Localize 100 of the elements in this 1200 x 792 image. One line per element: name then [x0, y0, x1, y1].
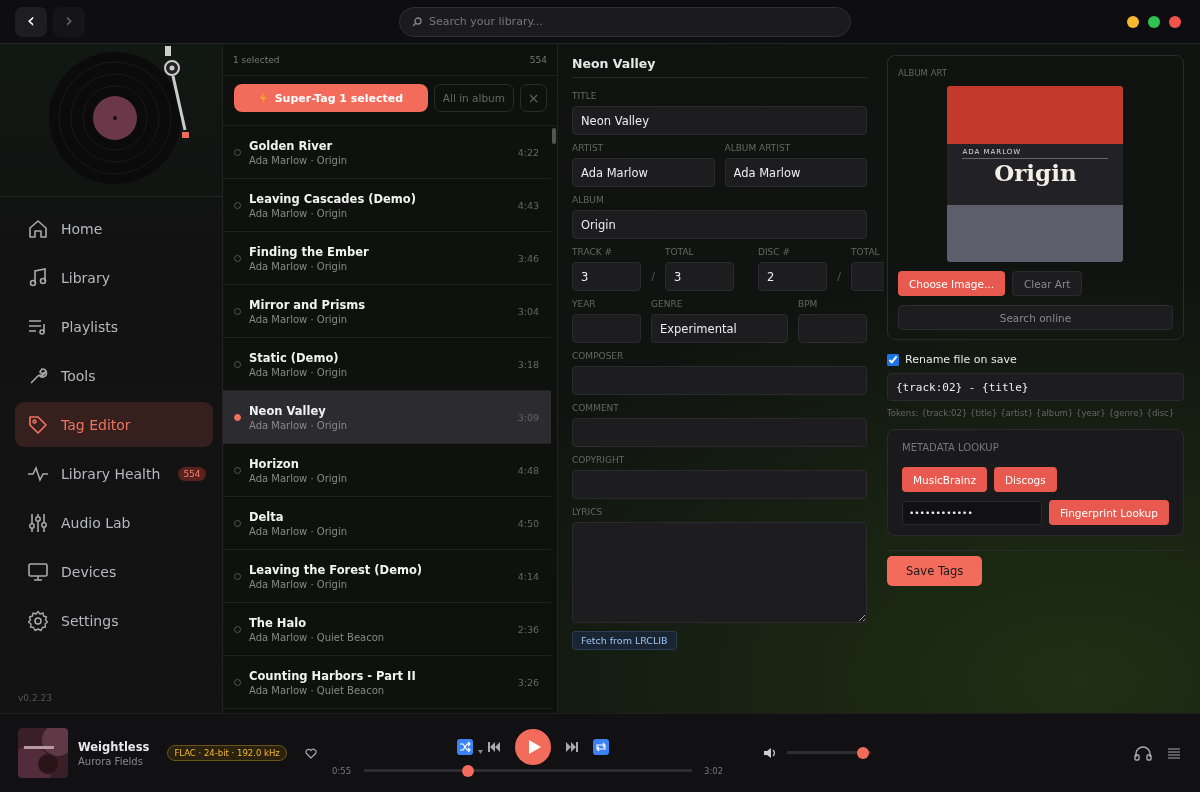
track-row[interactable]: Golden River Ada Marlow · Origin 4:22 [223, 126, 551, 179]
shuffle-icon[interactable] [457, 739, 473, 755]
scrollbar-thumb[interactable] [552, 128, 556, 144]
heart-icon[interactable] [304, 747, 317, 759]
menu-icon[interactable] [1168, 747, 1180, 759]
next-icon[interactable] [565, 741, 579, 753]
sidebar-item[interactable]: Audio Lab [15, 500, 213, 545]
search-field[interactable]: Search your library... [399, 6, 851, 37]
cover-title: Origin [993, 159, 1078, 186]
sidebar-item[interactable]: Settings [15, 598, 213, 643]
input-field[interactable]: 2 [758, 262, 827, 291]
input-field[interactable]: 3 [572, 262, 641, 291]
input-field[interactable]: Ada Marlow [572, 158, 715, 187]
track-subtitle: Ada Marlow · Origin [249, 578, 349, 590]
sidebar-item[interactable]: Library [15, 255, 213, 300]
track-subtitle: Ada Marlow · Origin [249, 419, 349, 431]
window-control-button[interactable] [1148, 15, 1160, 28]
lookup-button[interactable]: Discogs [993, 467, 1057, 492]
track-title: Leaving Cascades (Demo) [249, 191, 417, 206]
track-row[interactable]: The Halo Ada Marlow · Quiet Beacon 2:36 [223, 603, 551, 656]
slash-separator: / [650, 270, 656, 285]
fetch-lyrics-button[interactable]: Fetch from LRCLIB [572, 631, 677, 650]
sidebar-item[interactable]: Playlists [15, 304, 213, 349]
input-field[interactable]: Origin [572, 210, 867, 239]
repeat-icon[interactable] [593, 739, 609, 755]
field-label: COMMENT [572, 403, 620, 413]
track-title: The Halo [249, 615, 308, 630]
track-row[interactable]: Mirror and Prisms Ada Marlow · Origin 3:04 [223, 285, 551, 338]
track-row[interactable]: Delta Ada Marlow · Origin 4:50 [223, 497, 551, 550]
slider-thumb[interactable] [461, 765, 474, 777]
sidebar-item[interactable]: Library Health 554 [15, 451, 213, 496]
track-title: Delta [249, 509, 285, 524]
duration-time: 3:02 [704, 766, 724, 776]
track-duration: 3:46 [517, 252, 539, 264]
input-field[interactable] [572, 314, 641, 343]
api-key-field[interactable]: •••••••••••• [902, 500, 1042, 525]
input-field[interactable]: Experimental [651, 314, 788, 343]
track-duration: 2:36 [517, 623, 539, 635]
input-field[interactable]: Ada Marlow [724, 158, 867, 187]
input-field[interactable]: Neon Valley [572, 106, 867, 135]
speaker-icon[interactable] [763, 747, 777, 759]
save-tags-button[interactable]: Save Tags [887, 556, 983, 586]
track-title: Golden River [249, 138, 334, 153]
track-row[interactable]: Horizon Ada Marlow · Origin 4:48 [223, 444, 551, 497]
track-count: 554 [529, 54, 547, 65]
field-label: ALBUM [572, 195, 605, 205]
window-control-button[interactable] [1169, 15, 1181, 28]
sidebar-item[interactable]: Tag Editor [15, 402, 213, 447]
track-subtitle: Ada Marlow · Origin [249, 260, 349, 272]
input-field[interactable] [572, 470, 867, 499]
checkbox[interactable] [887, 353, 899, 366]
track-duration: 4:43 [517, 199, 539, 211]
clear-art-button[interactable]: Clear Art [1012, 271, 1083, 296]
input-field[interactable] [572, 366, 867, 395]
headphones-icon[interactable] [1134, 745, 1152, 761]
track-row[interactable]: Leaving the Forest (Demo) Ada Marlow · Origin 4:14 [223, 550, 551, 603]
fingerprint-lookup-button[interactable]: Fingerprint Lookup [1049, 500, 1169, 525]
input-field[interactable] [851, 262, 884, 291]
caret-icon[interactable] [478, 750, 483, 754]
settings-icon [27, 609, 49, 632]
tag-icon [27, 413, 49, 436]
artist-name: Aurora Fields [78, 755, 144, 767]
track-duration: 4:50 [517, 517, 539, 529]
track-row[interactable]: Finding the Ember Ada Marlow · Origin 3:46 [223, 232, 551, 285]
song-title: Weightless [78, 739, 150, 754]
field-label: BPM [798, 299, 819, 309]
field-label: TOTAL [665, 247, 695, 257]
elapsed-time: 0:55 [332, 766, 352, 776]
lookup-button[interactable]: MusicBrainz [902, 467, 987, 492]
selection-count: 1 selected [233, 54, 280, 65]
track-duration: 3:18 [517, 358, 539, 370]
track-row[interactable]: Counting Harbors - Part II Ada Marlow · Quiet Beacon 3:26 [223, 656, 551, 709]
lyrics-field[interactable] [572, 522, 867, 623]
field-label: YEAR [572, 299, 597, 309]
input-field[interactable] [572, 418, 867, 447]
filename-pattern-field[interactable]: {track:02} - {title} [887, 373, 1184, 401]
track-subtitle: Ada Marlow · Origin [249, 525, 349, 537]
play-button[interactable] [515, 729, 551, 765]
window-control-button[interactable] [1127, 15, 1139, 28]
music-note-icon [27, 266, 49, 289]
input-field[interactable] [798, 314, 867, 343]
field-label: DISC # [758, 247, 791, 257]
previous-icon[interactable] [487, 741, 501, 753]
track-row[interactable]: Leaving Cascades (Demo) Ada Marlow · Origin 4:43 [223, 179, 551, 232]
choose-image-button[interactable]: Choose Image... [898, 271, 1005, 296]
field-label: TOTAL [851, 247, 881, 257]
back-button[interactable]: ‹ [15, 6, 47, 37]
track-subtitle: Ada Marlow · Origin [249, 207, 349, 219]
track-subtitle: Ada Marlow · Quiet Beacon [249, 631, 386, 643]
track-title: Neon Valley [249, 403, 327, 418]
slider-thumb[interactable] [856, 747, 869, 759]
input-field[interactable]: 3 [665, 262, 734, 291]
sidebar-item[interactable]: Tools [15, 353, 213, 398]
count-badge: 554 [178, 466, 206, 481]
track-duration: 3:26 [517, 676, 539, 688]
search-online-button[interactable]: Search online [898, 305, 1173, 330]
monitor-icon [27, 560, 49, 583]
panel-label: ALBUM ART [898, 68, 948, 78]
sidebar-item[interactable]: Home [15, 206, 213, 251]
sidebar-item[interactable]: Devices [15, 549, 213, 594]
